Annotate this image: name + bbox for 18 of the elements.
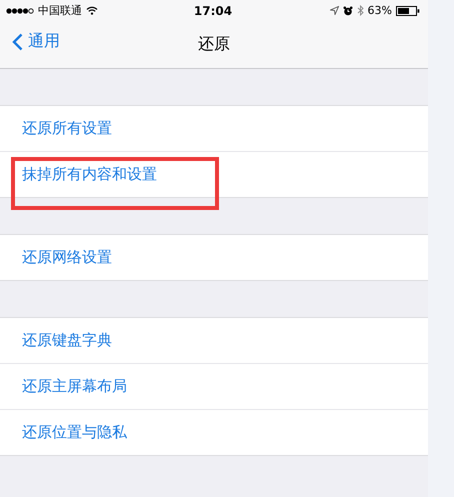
chevron-left-icon xyxy=(12,32,23,50)
battery-icon xyxy=(396,6,420,16)
carrier-name: 中国联通 xyxy=(38,3,82,18)
reset-option[interactable]: 抹掉所有内容和设置 xyxy=(22,165,157,184)
battery-percentage: 63% xyxy=(368,4,392,17)
reset-option[interactable]: 还原主屏幕布局 xyxy=(22,377,127,396)
reset-option[interactable]: 还原网络设置 xyxy=(22,248,112,267)
alarm-clock-icon xyxy=(342,6,353,16)
back-button[interactable]: 通用 xyxy=(12,31,60,52)
location-icon xyxy=(330,6,339,15)
reset-option[interactable]: 还原所有设置 xyxy=(22,119,112,138)
reset-option[interactable]: 还原键盘字典 xyxy=(22,331,112,350)
signal-icon xyxy=(6,8,34,14)
nav-title: 还原 xyxy=(198,34,230,54)
status-time: 17:04 xyxy=(194,4,232,18)
bluetooth-icon xyxy=(356,5,364,16)
wifi-icon xyxy=(86,6,98,15)
reset-option[interactable]: 还原位置与隐私 xyxy=(22,423,127,442)
